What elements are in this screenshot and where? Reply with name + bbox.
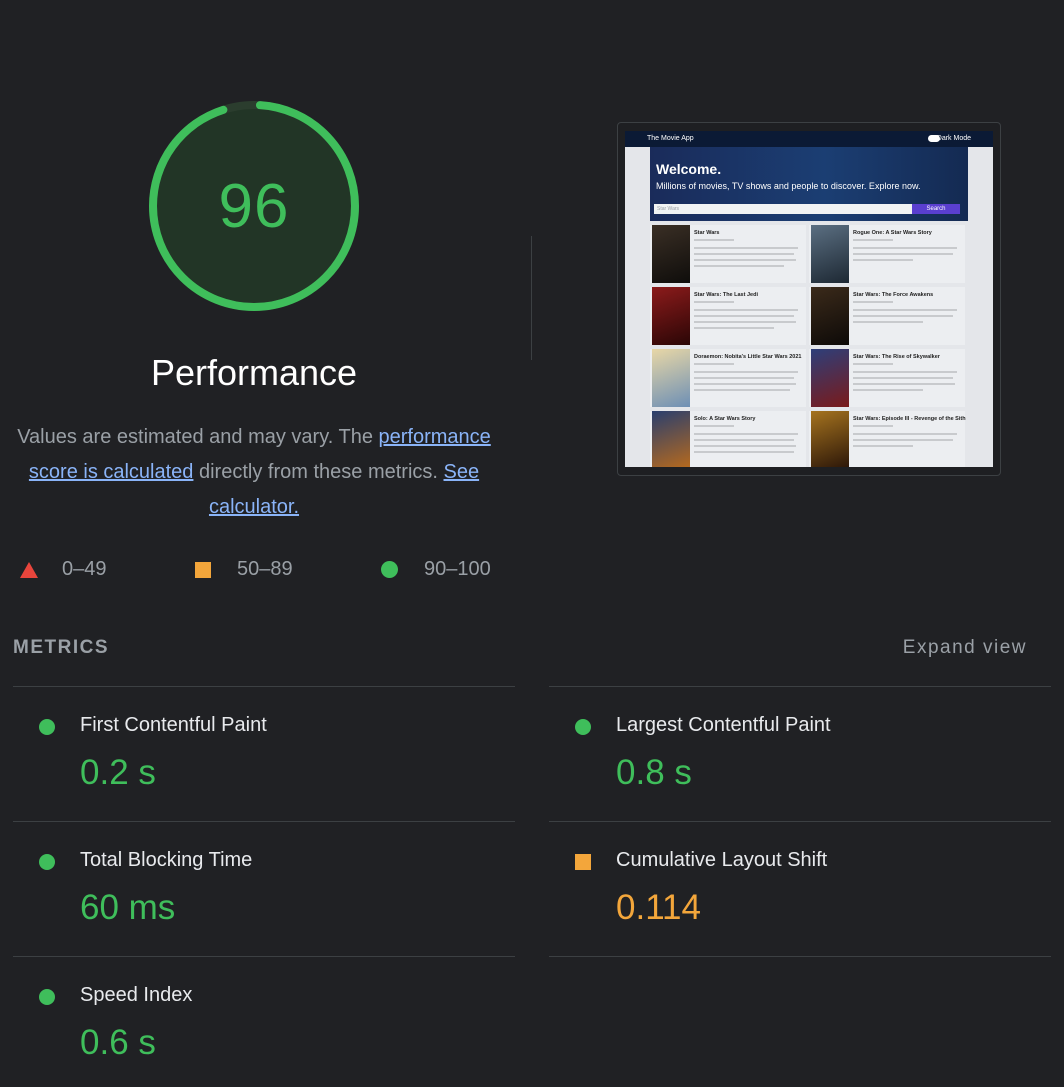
screenshot-app-name: The Movie App (647, 135, 694, 142)
legend-average: 50–89 (195, 558, 293, 581)
legend-average-range: 50–89 (237, 558, 293, 580)
movie-poster (652, 287, 690, 345)
screenshot-movie-card: Solo: A Star Wars Story (650, 411, 806, 467)
pass-circle-icon (39, 719, 55, 735)
description-text: Values are estimated and may vary. The (17, 426, 379, 448)
metric-total-blocking-time: Total Blocking Time 60 ms (13, 822, 513, 956)
screenshot-movie-grid: Star Wars Rogue One: A Star Wars Story S… (650, 225, 968, 467)
lighthouse-report: 96 Performance Values are estimated and … (0, 0, 1064, 1087)
average-square-icon (575, 854, 591, 870)
performance-score: 96 (218, 171, 290, 241)
movie-title: Star Wars: Episode III - Revenge of the … (853, 416, 966, 422)
metric-label: Total Blocking Time (80, 849, 253, 871)
screenshot-search-input: Star Wars (654, 204, 912, 214)
legend-pass: 90–100 (381, 558, 491, 581)
pass-circle-icon (39, 989, 55, 1005)
performance-gauge: 96 (148, 100, 360, 312)
metric-label: Speed Index (80, 984, 193, 1006)
screenshot-movie-card: Star Wars: Episode III - Revenge of the … (809, 411, 966, 467)
metric-label: Cumulative Layout Shift (616, 849, 828, 871)
metric-largest-contentful-paint: Largest Contentful Paint 0.8 s (549, 687, 1049, 821)
movie-title: Star Wars: The Last Jedi (694, 292, 758, 298)
screenshot-movie-card: Star Wars: The Force Awakens (809, 287, 965, 345)
screenshot-hero: Welcome. Millions of movies, TV shows an… (650, 147, 968, 221)
screenshot-movie-card: Doraemon: Nobita's Little Star Wars 2021 (650, 349, 806, 407)
screenshot-movie-card: Rogue One: A Star Wars Story (809, 225, 965, 283)
metric-value: 60 ms (80, 888, 176, 927)
divider (549, 956, 1051, 957)
movie-title: Doraemon: Nobita's Little Star Wars 2021 (694, 354, 802, 360)
metric-first-contentful-paint: First Contentful Paint 0.2 s (13, 687, 513, 821)
pass-circle-icon (39, 854, 55, 870)
legend-pass-range: 90–100 (424, 558, 491, 580)
screenshot-welcome: Welcome. (656, 161, 722, 177)
metric-speed-index: Speed Index 0.6 s (13, 957, 513, 1087)
screenshot-page: The Movie App Dark Mode Welcome. Million… (625, 131, 993, 467)
pass-circle-icon (575, 719, 591, 735)
metric-value: 0.2 s (80, 753, 156, 792)
movie-poster (652, 225, 690, 283)
category-title: Performance (150, 352, 358, 393)
metric-value: 0.6 s (80, 1023, 156, 1062)
metrics-title: METRICS (13, 637, 109, 658)
score-legend: 0–49 50–89 90–100 (0, 558, 520, 584)
movie-title: Solo: A Star Wars Story (694, 416, 756, 422)
screenshot-dark-mode: Dark Mode (936, 135, 971, 142)
movie-title: Star Wars: The Force Awakens (853, 292, 934, 298)
screenshot-movie-card: Star Wars: The Last Jedi (650, 287, 806, 345)
metric-label: First Contentful Paint (80, 714, 267, 736)
metric-value: 0.8 s (616, 753, 692, 792)
movie-title: Rogue One: A Star Wars Story (853, 230, 932, 236)
movie-poster (811, 411, 849, 467)
movie-poster (652, 411, 690, 467)
metric-label: Largest Contentful Paint (616, 714, 831, 736)
divider (531, 236, 532, 360)
metric-value: 0.114 (616, 888, 701, 927)
screenshot-movie-card: Star Wars (650, 225, 806, 283)
screenshot-subtitle: Millions of movies, TV shows and people … (656, 181, 921, 191)
final-screenshot[interactable]: The Movie App Dark Mode Welcome. Million… (617, 122, 1001, 476)
movie-poster (811, 287, 849, 345)
legend-fail-range: 0–49 (62, 558, 107, 580)
expand-view-button[interactable]: Expand view (903, 637, 1027, 659)
square-icon (195, 561, 211, 578)
score-description: Values are estimated and may vary. The p… (0, 420, 508, 525)
screenshot-movie-card: Star Wars: The Rise of Skywalker (809, 349, 965, 407)
description-text-middle: directly from these metrics. (193, 461, 444, 483)
movie-poster (811, 225, 849, 283)
circle-icon (381, 561, 398, 578)
screenshot-navbar: The Movie App Dark Mode (625, 131, 993, 147)
movie-title: Star Wars (694, 230, 720, 236)
legend-fail: 0–49 (20, 558, 107, 581)
movie-poster (811, 349, 849, 407)
movie-title: Star Wars: The Rise of Skywalker (853, 354, 940, 360)
movie-poster (652, 349, 690, 407)
metric-cumulative-layout-shift: Cumulative Layout Shift 0.114 (549, 822, 1049, 956)
screenshot-search-button: Search (912, 204, 960, 214)
triangle-icon (20, 561, 38, 578)
